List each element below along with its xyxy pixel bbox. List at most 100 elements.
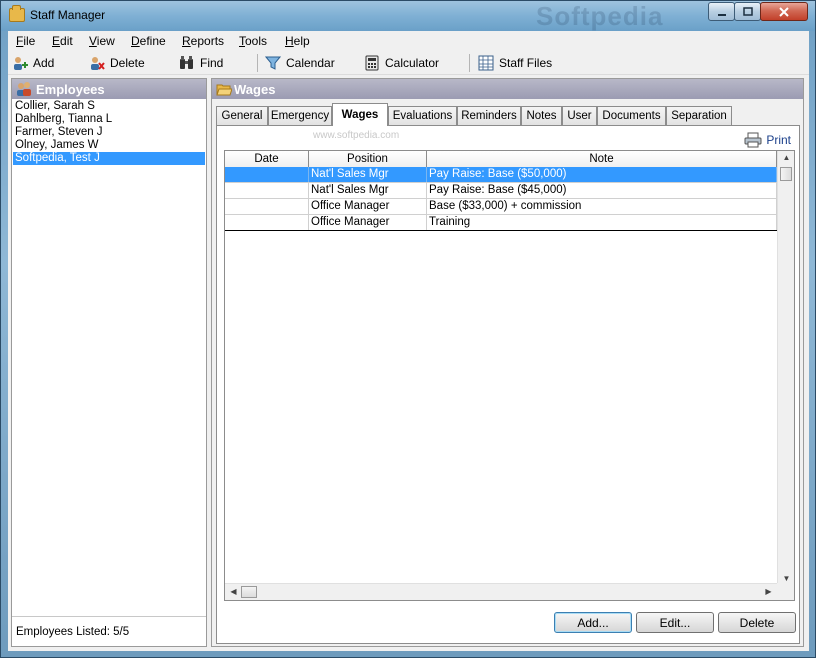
- menu-file[interactable]: File: [16, 34, 35, 48]
- employees-panel: Employees Collier, Sarah S Dahlberg, Tian…: [11, 78, 207, 647]
- cell-note: Pay Raise: Base ($50,000): [427, 167, 777, 182]
- toolbar-separator: [257, 54, 258, 72]
- menu-view[interactable]: View: [89, 34, 115, 48]
- tab-separation[interactable]: Separation: [666, 106, 732, 125]
- staff-files-button[interactable]: Staff Files: [478, 54, 552, 72]
- add-wage-button[interactable]: Add...: [554, 612, 632, 633]
- delete-button[interactable]: Delete: [89, 54, 145, 72]
- filter-icon: [265, 56, 281, 70]
- wages-header: Wages: [212, 79, 803, 99]
- people-icon: [17, 82, 31, 96]
- cell-note: Pay Raise: Base ($45,000): [427, 183, 777, 198]
- window-title: Staff Manager: [30, 8, 106, 22]
- add-button[interactable]: Add: [12, 54, 54, 72]
- minimize-icon: [717, 13, 726, 16]
- table-row[interactable]: Nat'l Sales Mgr Pay Raise: Base ($50,000): [225, 167, 777, 183]
- tab-general[interactable]: General: [216, 106, 268, 125]
- binoculars-icon: [180, 56, 193, 69]
- folder-open-icon: [216, 84, 232, 96]
- employee-list-item[interactable]: Farmer, Steven J: [13, 126, 205, 139]
- staff-files-label: Staff Files: [499, 56, 553, 70]
- title-bar[interactable]: Staff Manager Softpedia: [1, 1, 815, 31]
- find-button[interactable]: Find: [179, 54, 223, 72]
- scroll-left-icon[interactable]: ◀: [225, 587, 242, 596]
- scroll-corner: [777, 583, 794, 600]
- menu-help[interactable]: Help: [285, 34, 310, 48]
- employee-list: Collier, Sarah S Dahlberg, Tianna L Farmer…: [13, 100, 205, 165]
- edit-wage-button[interactable]: Edit...: [636, 612, 714, 633]
- print-label: Print: [766, 133, 791, 147]
- menu-tools[interactable]: Tools: [239, 34, 267, 48]
- menu-bar: File Edit View Define Reports Tools Help: [8, 31, 809, 51]
- wages-title: Wages: [234, 81, 276, 97]
- table-row[interactable]: Nat'l Sales Mgr Pay Raise: Base ($45,000): [225, 183, 777, 199]
- cell-note: Training: [427, 215, 777, 230]
- minimize-button[interactable]: [708, 2, 735, 21]
- menu-reports[interactable]: Reports: [182, 34, 224, 48]
- add-user-icon: [14, 57, 28, 70]
- wages-tab-body: www.softpedia.com Print Date Position No…: [216, 125, 800, 644]
- calculator-button[interactable]: Calculator: [364, 54, 439, 72]
- delete-user-icon: [91, 57, 105, 70]
- tab-emergency[interactable]: Emergency: [268, 106, 332, 125]
- watermark: Softpedia: [536, 1, 664, 31]
- spreadsheet-icon: [478, 55, 494, 71]
- cell-position: Office Manager: [309, 199, 427, 214]
- table-row[interactable]: Office Manager Base ($33,000) + commissio…: [225, 199, 777, 215]
- employee-list-item[interactable]: Collier, Sarah S: [13, 100, 205, 113]
- column-header-position[interactable]: Position: [309, 151, 427, 167]
- tab-documents[interactable]: Documents: [597, 106, 666, 125]
- employee-list-item[interactable]: Softpedia, Test J: [13, 152, 205, 165]
- watermark-url: www.softpedia.com: [313, 130, 400, 141]
- delete-label: Delete: [110, 56, 145, 70]
- maximize-icon: [742, 6, 753, 16]
- tab-strip: General Emergency Wages Evaluations Reminder…: [216, 103, 796, 126]
- tab-reminders[interactable]: Reminders: [457, 106, 521, 125]
- cell-date: [225, 199, 309, 214]
- tab-notes[interactable]: Notes: [521, 106, 562, 125]
- tab-wages[interactable]: Wages: [332, 103, 388, 126]
- toolbar: Add Delete Find Calendar Calculator Staf…: [8, 51, 809, 75]
- vertical-scrollbar[interactable]: ▲ ▼: [777, 151, 794, 585]
- calculator-label: Calculator: [385, 56, 440, 70]
- printer-icon: [744, 132, 762, 148]
- tab-user[interactable]: User: [562, 106, 597, 125]
- calculator-icon: [365, 55, 379, 71]
- horizontal-scrollbar[interactable]: ◀ ▶: [225, 583, 777, 600]
- toolbar-separator: [469, 54, 470, 72]
- cell-date: [225, 183, 309, 198]
- delete-wage-button[interactable]: Delete: [718, 612, 796, 633]
- cell-note: Base ($33,000) + commission: [427, 199, 777, 214]
- employee-list-item[interactable]: Dahlberg, Tianna L: [13, 113, 205, 126]
- print-button[interactable]: Print: [744, 132, 791, 148]
- cell-date: [225, 167, 309, 182]
- calendar-button[interactable]: Calendar: [265, 54, 335, 72]
- menu-define[interactable]: Define: [131, 34, 166, 48]
- employees-count: Employees Listed: 5/5: [12, 616, 206, 646]
- vertical-scroll-thumb[interactable]: [780, 167, 792, 181]
- add-label: Add: [33, 56, 55, 70]
- menu-edit[interactable]: Edit: [52, 34, 73, 48]
- grid-header: Date Position Note: [225, 151, 777, 167]
- employees-header: Employees: [12, 79, 206, 99]
- scroll-up-icon[interactable]: ▲: [778, 153, 794, 162]
- employee-list-item[interactable]: Olney, James W: [13, 139, 205, 152]
- employees-title: Employees: [36, 81, 105, 97]
- scroll-right-icon[interactable]: ▶: [760, 587, 777, 596]
- grid-rows: Nat'l Sales Mgr Pay Raise: Base ($50,000)…: [225, 167, 777, 231]
- close-button[interactable]: [760, 2, 808, 21]
- cell-position: Nat'l Sales Mgr: [309, 167, 427, 182]
- cell-position: Office Manager: [309, 215, 427, 230]
- column-header-date[interactable]: Date: [225, 151, 309, 167]
- horizontal-scroll-thumb[interactable]: [241, 586, 257, 598]
- tab-evaluations[interactable]: Evaluations: [388, 106, 457, 125]
- scroll-down-icon[interactable]: ▼: [778, 574, 794, 583]
- column-header-note[interactable]: Note: [427, 151, 777, 167]
- client-area: File Edit View Define Reports Tools Help…: [8, 31, 809, 651]
- maximize-button[interactable]: [734, 2, 761, 21]
- wages-panel: Wages General Emergency Wages Evaluations Re…: [211, 78, 804, 647]
- wages-grid: Date Position Note Nat'l Sales Mgr Pay Ra…: [224, 150, 795, 601]
- cell-date: [225, 215, 309, 230]
- close-icon: [779, 6, 789, 17]
- table-row[interactable]: Office Manager Training: [225, 215, 777, 231]
